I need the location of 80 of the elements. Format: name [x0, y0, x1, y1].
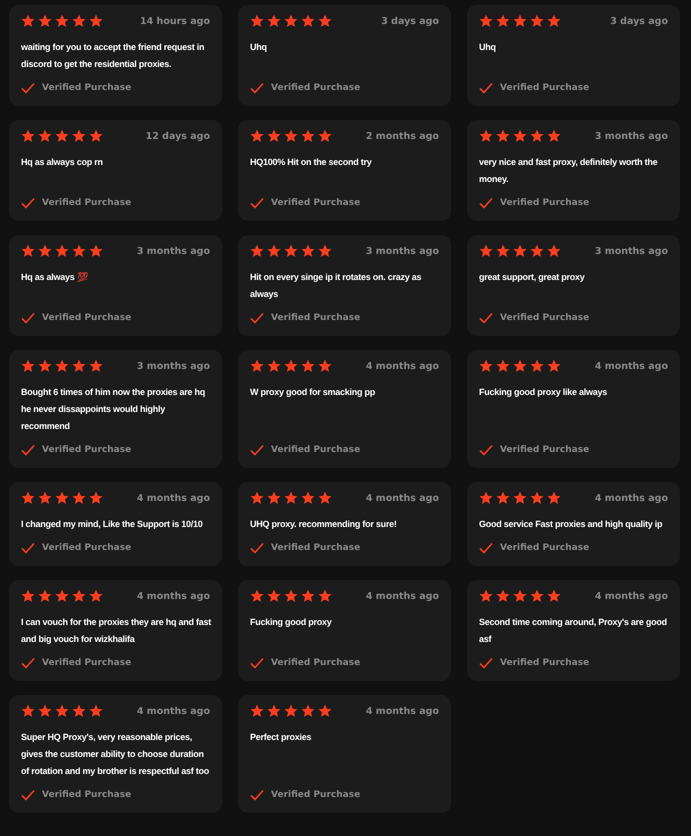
review-text: Hq as always 💯 — [21, 271, 89, 284]
review-text: UHQ proxy. recommending for sure! — [250, 518, 398, 531]
checkmark-icon — [250, 312, 264, 324]
review-text: Good service Fast proxies and high quality ip — [479, 518, 664, 531]
review-time: 4 months ago — [136, 590, 210, 602]
review-time: 4 months ago — [594, 360, 668, 372]
review-text: Fucking good proxy — [250, 616, 333, 629]
checkmark-icon — [250, 542, 264, 554]
review-time: 4 months ago — [366, 492, 439, 504]
review-time: 12 days ago — [146, 130, 210, 142]
checkmark-icon — [21, 312, 35, 324]
verified-label: Verified Purchase — [42, 658, 132, 668]
review-text: I can vouch for the proxies they are hq and fast and big vouch for wizkhalifa — [21, 616, 212, 646]
review-text: Super HQ Proxy's, very reasonable prices, gives the customer ability to choose duration of rotation and my brother is respectful asf too — [21, 731, 210, 778]
review-time: 4 months ago — [366, 706, 439, 716]
review-text: waiting for you to accept the friend request in discord to get the residential proxies. — [21, 41, 206, 71]
checkmark-icon — [479, 444, 493, 456]
review-time: 4 months ago — [594, 492, 668, 504]
review-text: HQ100% Hit on the second try — [250, 156, 373, 169]
review-text: Bought 6 times of him now the proxies are hq he never dissappoints would highly recommend — [21, 386, 206, 433]
review-time: 3 days ago — [610, 16, 668, 26]
review-time: 3 months ago — [136, 246, 210, 256]
review-time: 3 months ago — [136, 360, 210, 372]
verified-label: Verified Purchase — [271, 790, 360, 800]
verified-label: Verified Purchase — [500, 313, 590, 323]
verified-label: Verified Purchase — [271, 543, 360, 553]
verified-label: Verified Purchase — [42, 198, 132, 208]
verified-label: Verified Purchase — [500, 543, 590, 553]
checkmark-icon — [250, 82, 264, 94]
review-time: 3 months ago — [594, 246, 668, 256]
review-time: 14 hours ago — [140, 16, 210, 26]
verified-label: Verified Purchase — [500, 198, 590, 208]
checkmark-icon — [21, 197, 35, 209]
review-text: Perfect proxies — [250, 731, 312, 744]
review-text: I changed my mind, Like the Support is 10/10 — [21, 518, 204, 531]
checkmark-icon — [21, 657, 35, 669]
review-text: Second time coming around, Proxy's are good asf — [479, 616, 668, 646]
review-time: 3 months ago — [594, 130, 668, 142]
verified-label: Verified Purchase — [500, 658, 590, 668]
verified-label: Verified Purchase — [42, 83, 132, 93]
review-time: 4 months ago — [366, 590, 439, 602]
checkmark-icon — [21, 82, 35, 94]
review-time: 4 months ago — [366, 360, 439, 372]
checkmark-icon — [21, 542, 35, 554]
review-time: 4 months ago — [136, 492, 210, 504]
verified-label: Verified Purchase — [271, 198, 360, 208]
review-time: 4 months ago — [136, 706, 210, 716]
verified-label: Verified Purchase — [42, 790, 132, 800]
review-text: Uhq — [250, 41, 268, 54]
verified-label: Verified Purchase — [271, 658, 360, 668]
verified-label: Verified Purchase — [42, 543, 132, 553]
checkmark-icon — [479, 197, 493, 209]
checkmark-icon — [250, 197, 264, 209]
verified-label: Verified Purchase — [500, 445, 590, 455]
verified-label: Verified Purchase — [271, 445, 360, 455]
checkmark-icon — [479, 542, 493, 554]
verified-label: Verified Purchase — [500, 83, 590, 93]
review-text: Uhq — [479, 41, 497, 54]
verified-label: Verified Purchase — [42, 445, 132, 455]
review-text: very nice and fast proxy, definitely worth the money. — [479, 156, 658, 186]
verified-label: Verified Purchase — [42, 313, 132, 323]
review-text: W proxy good for smacking pp — [250, 386, 376, 399]
checkmark-icon — [250, 444, 264, 456]
review-text: Hit on every singe ip it rotates on. crazy as always — [250, 271, 422, 301]
review-time: 2 months ago — [366, 130, 439, 142]
review-time: 3 months ago — [366, 246, 439, 256]
verified-label: Verified Purchase — [271, 83, 360, 93]
review-time: 4 months ago — [594, 590, 668, 602]
review-time: 3 days ago — [381, 16, 439, 26]
checkmark-icon — [21, 789, 35, 801]
review-text: Hq as always cop rn — [21, 156, 104, 169]
checkmark-icon — [21, 444, 35, 456]
checkmark-icon — [250, 657, 264, 669]
checkmark-icon — [479, 657, 493, 669]
review-text: great support, great proxy — [479, 271, 586, 284]
review-text: Fucking good proxy like always — [479, 386, 608, 399]
checkmark-icon — [250, 789, 264, 801]
checkmark-icon — [479, 312, 493, 324]
verified-label: Verified Purchase — [271, 313, 360, 323]
checkmark-icon — [479, 82, 493, 94]
